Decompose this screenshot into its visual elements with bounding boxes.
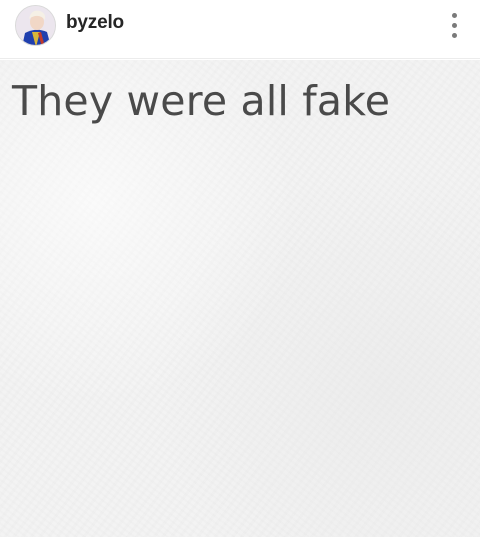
dot: [451, 12, 457, 18]
more-options-icon[interactable]: [440, 10, 468, 40]
avatar[interactable]: [15, 5, 56, 46]
avatar-image: [16, 6, 55, 45]
post-image[interactable]: They were all fake: [0, 60, 480, 537]
dot: [451, 22, 457, 28]
post-header: byzelo: [0, 0, 480, 59]
dot: [451, 32, 457, 38]
username[interactable]: byzelo: [66, 12, 124, 34]
post-text: They were all fake: [12, 77, 391, 125]
